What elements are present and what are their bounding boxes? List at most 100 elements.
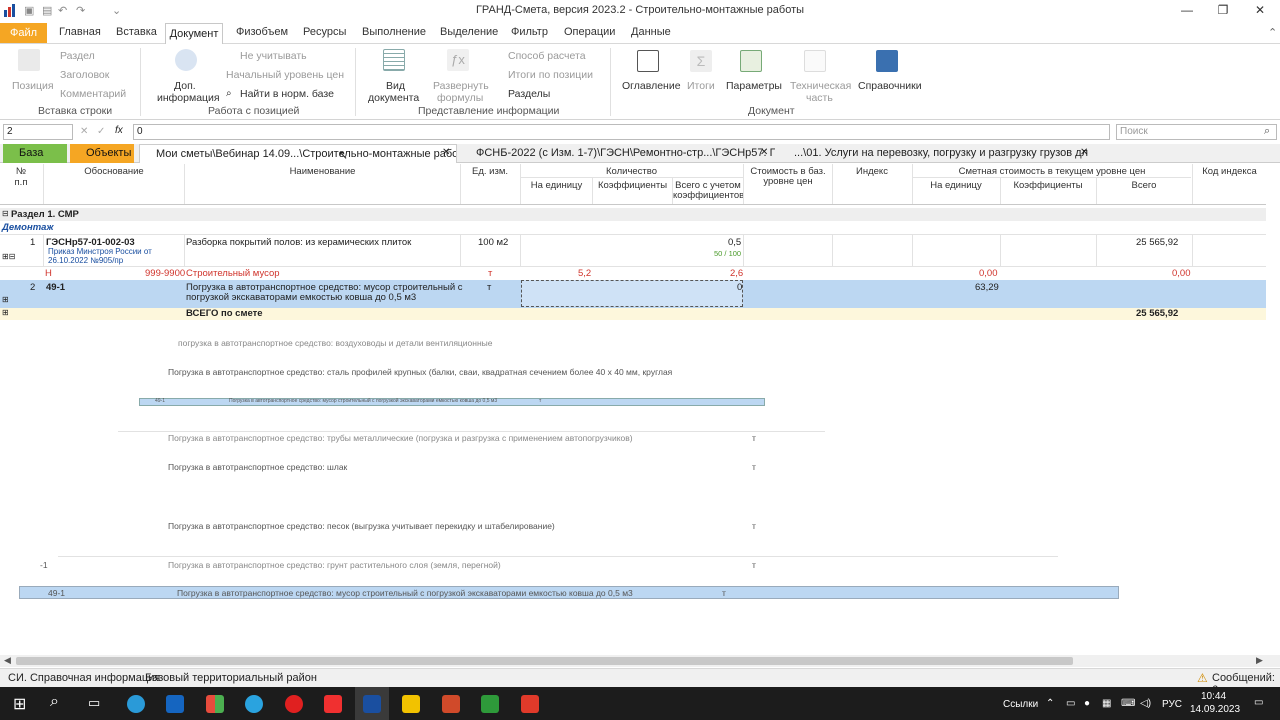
outlook-icon[interactable] (166, 695, 184, 713)
notifications-icon[interactable]: ▭ (1254, 697, 1263, 708)
col-smetnaya[interactable]: Сметная стоимость в текущем уровне цен (913, 167, 1191, 177)
menu-glavnaya[interactable]: Главная (59, 26, 101, 38)
menu-vstavka[interactable]: Вставка (116, 26, 157, 38)
tab-smeta[interactable]: Мои сметы\Вебинар 14.09...\Строительно-м… (139, 144, 457, 163)
yandex-icon[interactable] (324, 695, 342, 713)
keyboard-icon[interactable]: ⌨ (1121, 698, 1135, 709)
section-collapse-icon[interactable]: ⊟ (2, 209, 9, 218)
tech-chast-button[interactable]: Техническая (790, 80, 851, 92)
parametry-button[interactable]: Параметры (726, 80, 782, 92)
volume-icon[interactable]: ◁) (1140, 698, 1151, 709)
itogi-button[interactable]: Итоги (687, 80, 715, 92)
menu-file[interactable]: Файл (0, 23, 47, 43)
itogi-po-pozicii-button[interactable]: Итоги по позиции (508, 69, 593, 81)
close-icon[interactable]: ✕ (1250, 3, 1270, 17)
store-icon[interactable] (206, 695, 224, 713)
col-vsego[interactable]: Всего (1097, 181, 1191, 191)
ne-uchityvat-button[interactable]: Не учитывать (240, 50, 307, 62)
taskbar-search-icon[interactable]: ⌕ (50, 693, 59, 711)
vid-dokumenta-button[interactable]: Вид (386, 80, 405, 92)
menu-dannye[interactable]: Данные (631, 26, 671, 38)
tray-chevron-icon[interactable]: ⌃ (1046, 698, 1054, 709)
clock-date[interactable]: 14.09.2023 (1190, 704, 1240, 715)
resource-code[interactable]: 999-9900 (145, 268, 185, 279)
razdely-button[interactable]: Разделы (508, 88, 550, 100)
tab-obekty[interactable]: Объекты (70, 144, 134, 163)
razvernut-formuly-button[interactable]: Развернуть (433, 80, 489, 92)
row2-expand-icon[interactable]: ⊞ (2, 295, 9, 304)
oglavlenie-button[interactable]: Оглавление (622, 80, 681, 92)
scroll-left-icon[interactable]: ◀ (4, 655, 11, 666)
task-view-icon[interactable]: ▭ (88, 695, 100, 711)
yandex-browser-icon[interactable] (285, 695, 303, 713)
cell-reference-field[interactable]: 2 (3, 124, 73, 140)
col-ed[interactable]: Ед. изм. (461, 167, 519, 177)
menu-filtr[interactable]: Фильтр (511, 26, 548, 38)
col-naimenovanie[interactable]: Наименование (185, 167, 460, 177)
row1-qty[interactable]: 0,5 (728, 237, 741, 248)
zagolovok-button[interactable]: Заголовок (60, 69, 109, 81)
microphone-icon[interactable]: ● (1084, 698, 1090, 709)
menu-operacii[interactable]: Операции (564, 26, 615, 38)
col-na-edinicu-2[interactable]: На единицу (913, 181, 999, 191)
resource-name[interactable]: Строительный мусор (186, 268, 280, 279)
col-koefficienty-2[interactable]: Коэффициенты (1001, 181, 1095, 191)
nach-uroven-button[interactable]: Начальный уровень цен (226, 69, 344, 81)
col-num[interactable]: № (0, 167, 42, 177)
col-kod-indeksa[interactable]: Код индекса (1193, 167, 1266, 177)
section-row[interactable] (0, 208, 1266, 221)
position-button[interactable]: Позиция (12, 80, 54, 92)
vid-dokumenta-button-line2[interactable]: документа (368, 92, 419, 104)
windows-start-icon[interactable]: ⊞ (13, 694, 26, 714)
menu-vydelenie[interactable]: Выделение (440, 26, 498, 38)
network-icon[interactable]: ▦ (1102, 698, 1111, 709)
accept-edit-icon[interactable]: ✓ (97, 126, 105, 137)
menu-dokument[interactable]: Документ (165, 23, 223, 45)
row1-name[interactable]: Разборка покрытий полов: из керамических… (186, 237, 411, 248)
tab-smeta-close-icon[interactable]: ✕ (442, 147, 450, 158)
horizontal-scrollbar[interactable]: ◀ ▶ (0, 655, 1280, 667)
language-indicator[interactable]: РУС (1162, 699, 1182, 710)
red-app-icon[interactable] (521, 695, 539, 713)
minimize-icon[interactable]: — (1177, 3, 1197, 17)
dop-info-button-line2[interactable]: информация (157, 92, 220, 104)
links-toolbar[interactable]: Ссылки (1003, 699, 1038, 710)
formula-input[interactable]: 0 (133, 124, 1110, 140)
cancel-edit-icon[interactable]: ✕ (80, 126, 88, 137)
tab-fsnb[interactable]: ФСНБ-2022 (с Изм. 1-7)\ГЭСН\Ремонтно-стр… (460, 144, 775, 163)
menu-vypolnenie[interactable]: Выполнение (362, 26, 426, 38)
col-koefficienty[interactable]: Коэффициенты (593, 181, 672, 191)
tab-fsnb-close-icon[interactable]: ✕ (760, 147, 768, 158)
search-input[interactable]: Поиск (1116, 124, 1277, 140)
row2-qty[interactable]: 0 (737, 282, 742, 293)
menu-resursy[interactable]: Ресурсы (303, 26, 346, 38)
status-reference[interactable]: СИ. Справочная информация (8, 672, 160, 684)
menu-fizobem[interactable]: Физобъем (236, 26, 288, 38)
powerpoint-icon[interactable] (442, 695, 460, 713)
scroll-thumb[interactable] (16, 657, 1073, 665)
function-icon[interactable]: fx (115, 125, 123, 136)
telegram-icon[interactable] (245, 695, 263, 713)
nayti-v-baze-button[interactable]: Найти в норм. базе (240, 88, 334, 100)
tab-baza[interactable]: База (3, 144, 67, 163)
ribbon-collapse-icon[interactable]: ⌃ (1268, 26, 1277, 39)
file-explorer-icon[interactable] (402, 695, 420, 713)
kommentariy-button[interactable]: Комментарий (60, 88, 126, 100)
col-indeks[interactable]: Индекс (833, 167, 911, 177)
scroll-right-icon[interactable]: ▶ (1256, 655, 1263, 666)
row2-code[interactable]: 49-1 (46, 282, 65, 293)
tab-uslugi-close-icon[interactable]: ✕ (1080, 147, 1088, 158)
maximize-icon[interactable]: ❐ (1213, 3, 1233, 17)
resource-na-edinicu[interactable]: 5,2 (578, 268, 591, 279)
green-app-icon[interactable] (481, 695, 499, 713)
clock-time[interactable]: 10:44 (1201, 691, 1226, 702)
tab-uslugi[interactable]: ...\01. Услуги на перевозку, погрузку и … (778, 144, 1088, 163)
row1-expand-icon[interactable]: ⊞⊟ (2, 252, 15, 261)
razdel-button[interactable]: Раздел (60, 50, 95, 62)
spravochniki-button[interactable]: Справочники (858, 80, 922, 92)
total-expand-icon[interactable]: ⊞ (2, 308, 9, 317)
col-obosnovanie[interactable]: Обоснование (44, 167, 184, 177)
col-na-edinicu[interactable]: На единицу (521, 181, 592, 191)
status-region[interactable]: Базовый территориальный район (145, 672, 317, 684)
search-icon[interactable]: ⌕ (1264, 125, 1270, 138)
